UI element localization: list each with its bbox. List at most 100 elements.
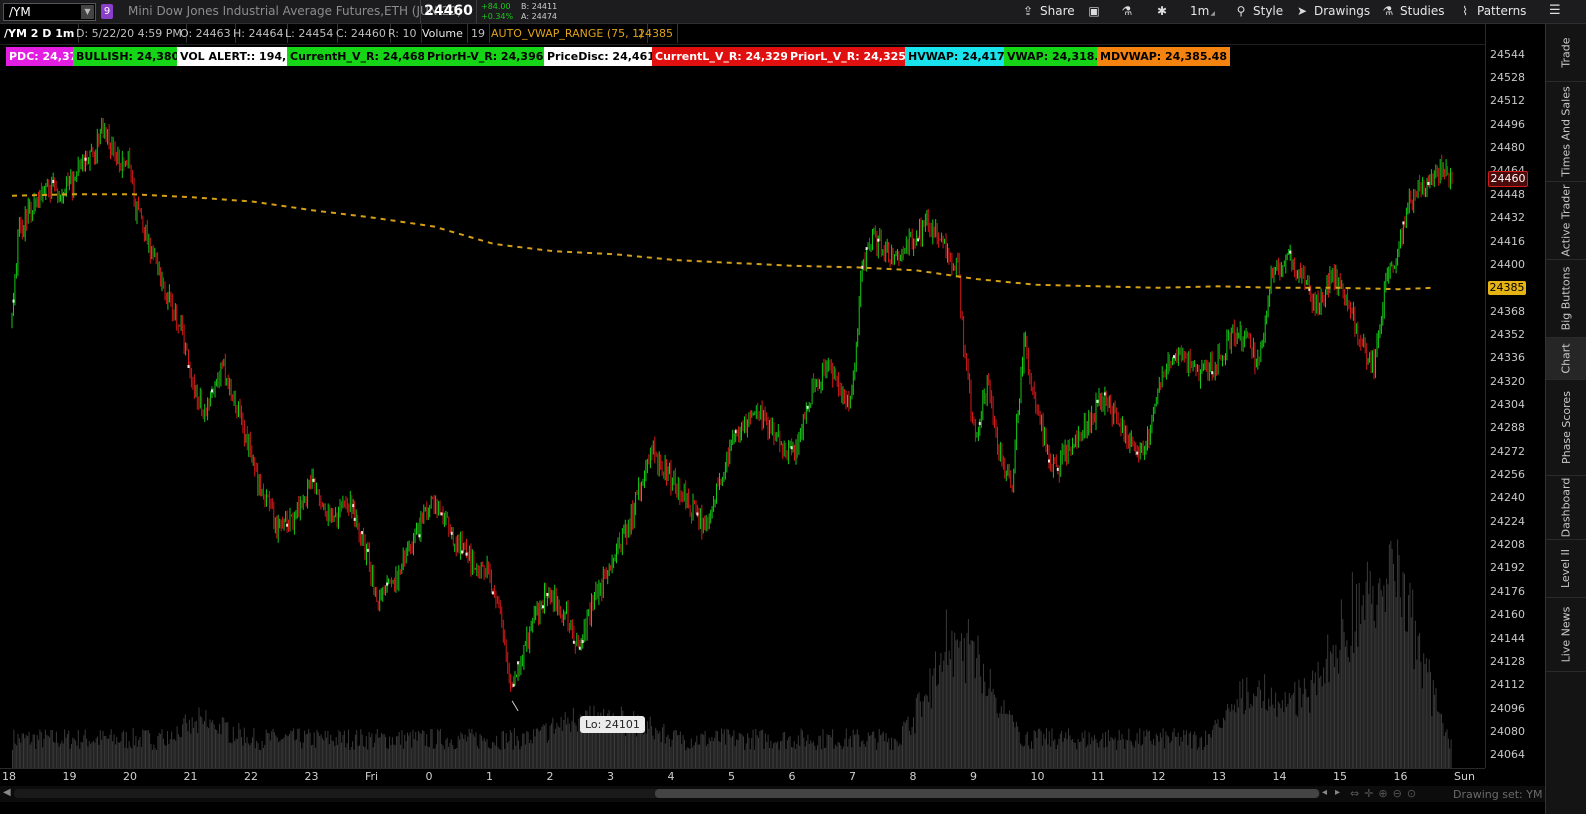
scroll-left-icon[interactable]: ◀	[3, 787, 11, 798]
time-tick: 12	[1151, 770, 1166, 783]
volume-bar	[563, 719, 565, 768]
volume-bar	[42, 747, 44, 768]
volume-bar	[1083, 738, 1085, 768]
right-tab-live-news[interactable]: Live News	[1546, 598, 1586, 672]
volume-bar	[50, 729, 52, 768]
drawings-button[interactable]: ➤ Drawings	[1294, 0, 1370, 23]
time-tick: 1	[486, 770, 493, 783]
flask-icon: ⚗	[1382, 4, 1394, 18]
menu-icon[interactable]: ☰	[1549, 3, 1561, 18]
screenshot-button[interactable]: ▣	[1086, 0, 1106, 23]
chart-label[interactable]: /YM 2 D 1m	[0, 24, 80, 43]
volume-bar	[976, 658, 978, 768]
volume-bar	[188, 719, 190, 768]
volume-bar	[734, 746, 736, 768]
volume-bar	[400, 744, 402, 768]
volume-bar	[744, 749, 746, 768]
volume-bar	[913, 717, 914, 768]
volume-bar	[250, 743, 252, 768]
right-tab-trade[interactable]: Trade	[1546, 24, 1586, 82]
volume-bar	[62, 743, 64, 768]
volume-bar	[81, 742, 83, 768]
right-tab-level-ii[interactable]: Level II	[1546, 540, 1586, 598]
volume-bar	[311, 745, 312, 768]
volume-bar	[101, 739, 103, 768]
volume-bar	[312, 744, 314, 768]
volume-bar	[937, 684, 939, 768]
volume-bar	[69, 748, 71, 768]
volume-bar	[553, 733, 555, 768]
volume-bar	[1121, 734, 1123, 768]
style-button[interactable]: ⚲ Style	[1233, 0, 1284, 23]
right-tab-phase-scores[interactable]: Phase Scores	[1546, 380, 1586, 476]
right-tab-active-trader[interactable]: Active Trader	[1546, 182, 1586, 260]
volume-bar	[764, 733, 766, 768]
volume-bar	[516, 735, 518, 768]
volume-bar	[29, 744, 31, 768]
volume-bar	[1375, 627, 1377, 768]
scroll-next-icon[interactable]: ▸	[1335, 787, 1340, 798]
right-tab-dashboard[interactable]: Dashboard	[1546, 476, 1586, 540]
volume-bar	[716, 731, 718, 768]
volume-bar	[1365, 581, 1367, 768]
volume-bar	[455, 749, 456, 768]
volume-bar	[23, 733, 24, 768]
chevron-down-icon[interactable]: ▼	[81, 5, 94, 19]
volume-bar	[1100, 739, 1102, 768]
price-axis[interactable]: 2454424528245122449624480244642444824432…	[1485, 24, 1545, 768]
flask-button[interactable]: ⚗	[1119, 0, 1139, 23]
studies-button[interactable]: ⚗ Studies	[1380, 0, 1445, 23]
volume-bar	[1010, 714, 1012, 768]
symbol-input[interactable]: /YM	[9, 5, 31, 19]
time-tick: 6	[788, 770, 796, 783]
volume-bar	[125, 732, 127, 768]
volume-bar	[321, 738, 323, 768]
scroll-thumb[interactable]	[655, 789, 1319, 798]
symbol-selector[interactable]: /YM ▼	[3, 3, 96, 21]
volume-bar	[1172, 732, 1174, 768]
volume-bar	[961, 633, 962, 768]
volume-bar	[53, 741, 55, 768]
volume-bar	[544, 725, 546, 768]
doji-marker	[542, 605, 544, 609]
right-tab-times-and-sales[interactable]: Times And Sales	[1546, 82, 1586, 182]
volume-bar	[653, 739, 655, 768]
volume-bar	[293, 728, 295, 768]
link-group-badge[interactable]: 9	[101, 4, 113, 19]
candlestick-chart[interactable]	[0, 44, 1485, 768]
volume-bar	[817, 745, 818, 768]
volume-bar	[213, 724, 215, 768]
zoom-tools[interactable]: ⇔✛⊕⊖⊙	[1350, 787, 1421, 800]
volume-label[interactable]: Volume	[418, 24, 468, 43]
volume-bar	[503, 730, 504, 768]
volume-bar	[1428, 659, 1430, 768]
volume-bar	[1266, 711, 1268, 768]
volume-bar	[1314, 672, 1316, 768]
volume-bar	[1143, 730, 1145, 768]
settings-button[interactable]: ✱	[1154, 0, 1174, 23]
right-tab-chart[interactable]: Chart	[1546, 338, 1586, 380]
volume-bar	[31, 741, 33, 768]
patterns-label: Patterns	[1477, 4, 1527, 18]
volume-bar	[1079, 742, 1080, 768]
doji-marker	[1289, 250, 1292, 254]
doji-marker	[1211, 371, 1214, 375]
study-label[interactable]: AUTO_VWAP_RANGE (75, 1)	[487, 24, 649, 43]
volume-bar	[833, 748, 835, 768]
volume-bar	[989, 669, 991, 768]
scroll-prev-icon[interactable]: ◂	[1322, 787, 1327, 798]
timeframe-button[interactable]: 1m◢	[1190, 0, 1215, 23]
time-axis[interactable]: 18 19 20 21 22 23 Fri 0 1 2 3 4 5 6 7 8 9 10 11 12 13 14 15 16 S…	[0, 768, 1485, 786]
volume-bar	[814, 745, 816, 768]
right-tab-big-buttons[interactable]: Big Buttons	[1546, 260, 1586, 338]
share-button[interactable]: ⇪ Share	[1020, 0, 1075, 23]
volume-bar	[193, 727, 194, 768]
volume-bar	[197, 733, 199, 768]
patterns-button[interactable]: ⌇ Patterns	[1457, 0, 1526, 23]
volume-bar	[1183, 730, 1185, 768]
price-chart[interactable]	[0, 44, 1485, 768]
volume-bar	[1371, 603, 1373, 768]
volume-bar	[1050, 746, 1052, 768]
volume-bar	[169, 739, 171, 768]
bar-range: R: 10	[384, 24, 422, 43]
